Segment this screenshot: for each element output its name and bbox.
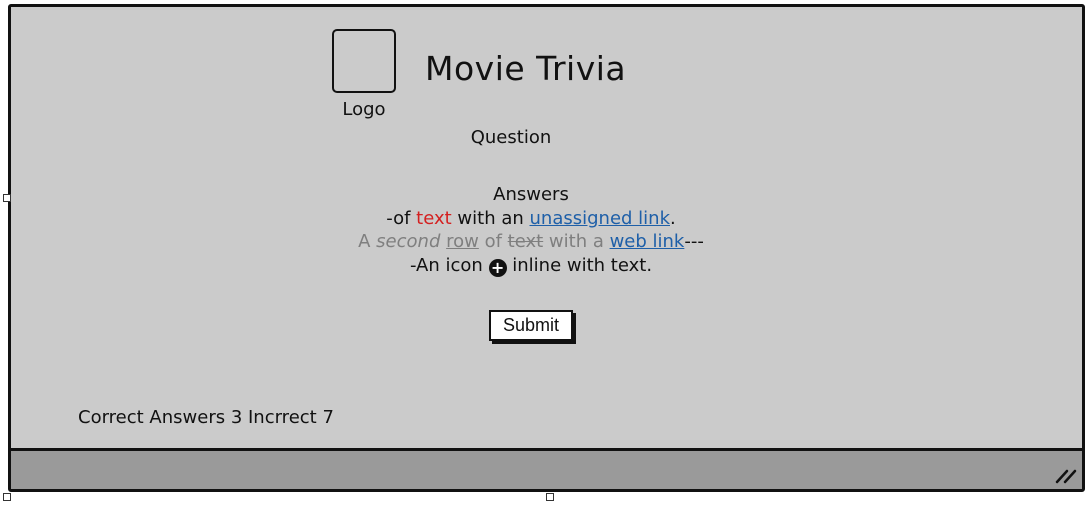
answers-block: Answers -of text with an unassigned link…: [231, 183, 831, 277]
logo-placeholder: [332, 29, 396, 93]
answer-line-3-suffix: inline with text.: [506, 254, 653, 276]
question-text: Question: [470, 127, 552, 148]
selection-handle-bottom-left[interactable]: [3, 493, 11, 501]
score-text: Correct Answers 3 Incrrect 7: [78, 407, 334, 428]
answer-line-2-a: A: [358, 231, 377, 252]
page-title: Movie Trivia: [425, 49, 627, 88]
italic-text: second: [376, 231, 441, 252]
underlined-text: row: [446, 231, 479, 252]
status-bar: [11, 448, 1082, 489]
selection-handle-bottom[interactable]: [546, 493, 554, 501]
plus-circle-icon: +: [488, 258, 507, 277]
answer-line-1-suffix: .: [670, 207, 676, 229]
unassigned-link[interactable]: unassigned link: [530, 208, 671, 229]
app-window: Logo Movie Trivia Question Answers -of t…: [8, 4, 1085, 492]
answer-line-2-of: of: [478, 231, 508, 252]
selection-handle-left[interactable]: [3, 194, 11, 202]
submit-button[interactable]: Submit: [489, 310, 574, 341]
answer-line-1-middle: with an: [451, 207, 530, 229]
resize-grip-icon[interactable]: [1054, 465, 1078, 485]
answer-line-3: -An icon + inline with text.: [231, 254, 831, 278]
struck-text: text: [507, 231, 544, 252]
answer-line-3-prefix: -An icon: [409, 254, 489, 276]
answer-line-2: A second row of text with a web link---: [231, 230, 831, 254]
red-text: text: [416, 207, 452, 229]
answer-line-1: -of text with an unassigned link.: [231, 207, 831, 231]
web-link[interactable]: web link: [610, 231, 685, 252]
logo-label: Logo: [342, 99, 386, 120]
answer-line-2-with: with a: [543, 231, 610, 252]
answer-line-2-suffix: ---: [684, 231, 704, 252]
answer-line-1-prefix: -of: [386, 207, 417, 229]
answers-heading: Answers: [493, 184, 569, 205]
